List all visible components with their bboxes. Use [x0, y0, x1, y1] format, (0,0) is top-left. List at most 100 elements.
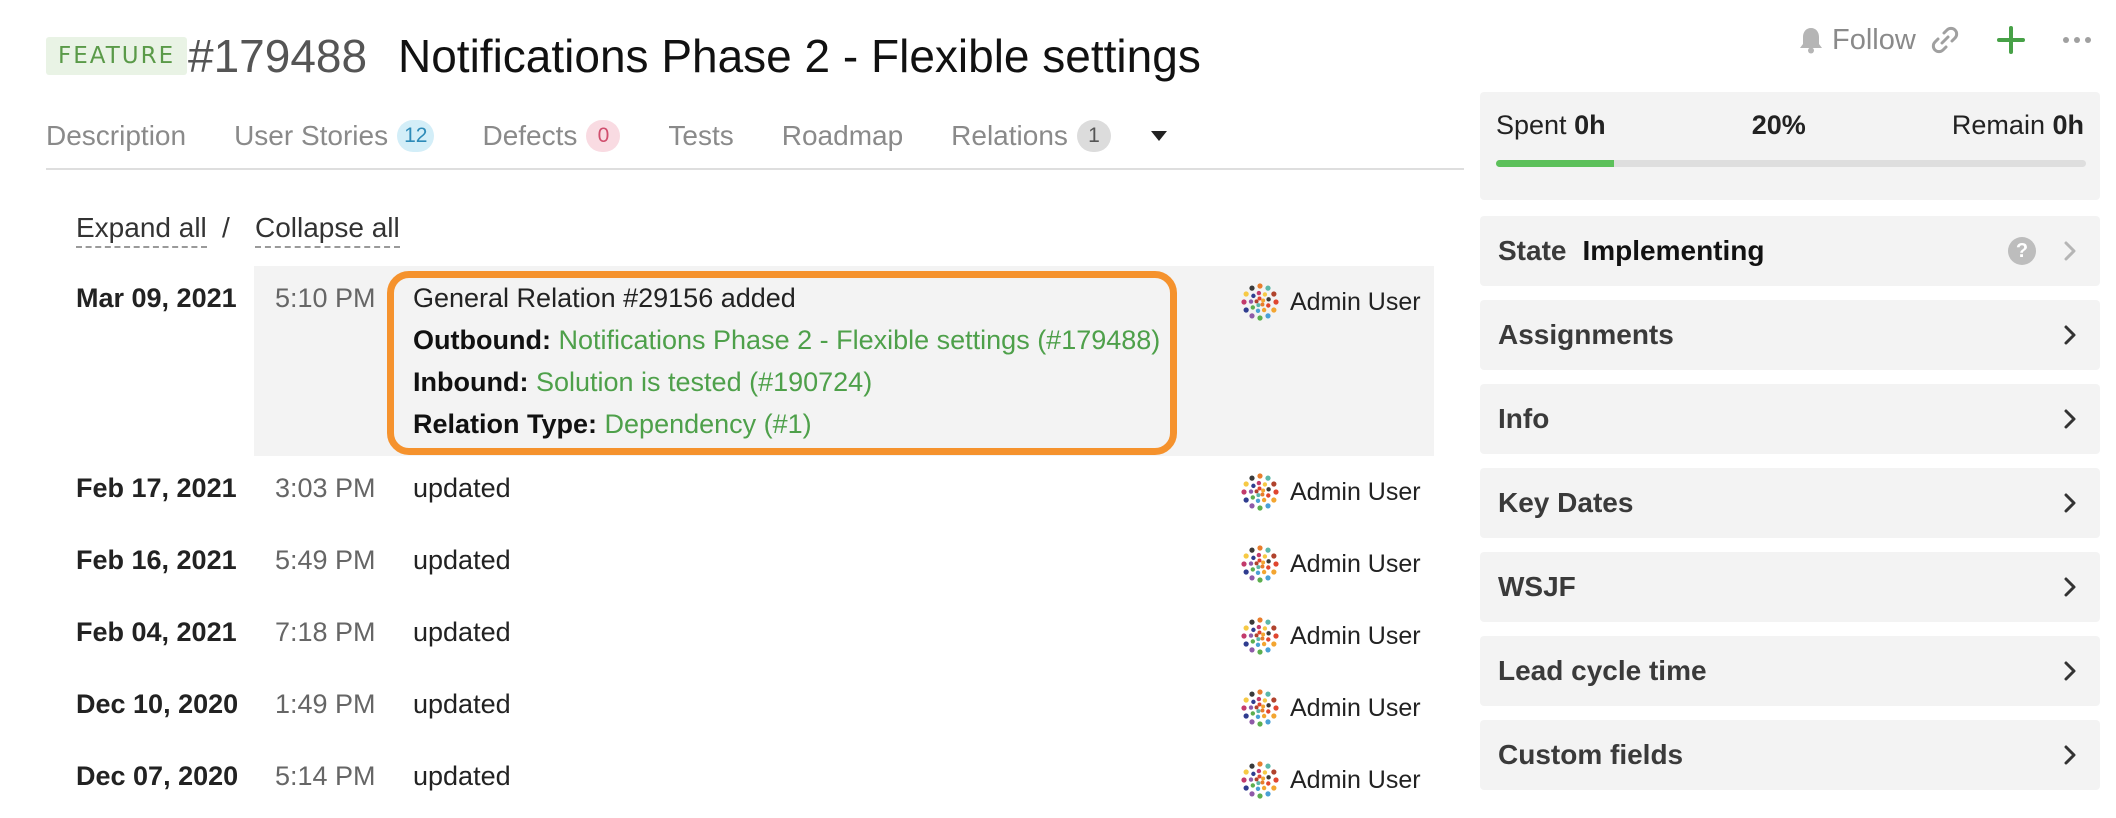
section-custom-fields[interactable]: Custom fields: [1480, 720, 2100, 790]
tabs-more-caret-icon[interactable]: [1150, 131, 1167, 141]
follow-button[interactable]: Follow: [1798, 20, 1916, 60]
count-badge: 12: [397, 120, 435, 152]
effort-progress-card: Spent 0h 20% Remain 0h: [1480, 92, 2100, 200]
tab-defects[interactable]: Defects 0: [482, 120, 621, 152]
history-time: 5:49 PM: [275, 545, 376, 575]
chevron-right-icon: [2058, 239, 2082, 263]
spent-label: Spent: [1496, 110, 1567, 140]
tab-roadmap[interactable]: Roadmap: [782, 120, 903, 152]
section-label: Lead cycle time: [1498, 655, 1707, 686]
tab-label: User Stories: [234, 120, 389, 151]
remain-label: Remain: [1951, 110, 2045, 140]
tab-label: Roadmap: [781, 120, 904, 151]
progress-bar: [1496, 160, 2086, 167]
count-badge: 1: [1076, 120, 1111, 152]
avatar: [1241, 283, 1279, 321]
add-icon[interactable]: [1996, 20, 2026, 60]
user-name: Admin User: [1290, 622, 1421, 650]
history-user[interactable]: Admin User: [1240, 282, 1421, 322]
state-value: Implementing: [1582, 235, 1765, 266]
history-text: updated: [413, 473, 511, 503]
history-text: updated: [413, 761, 511, 791]
help-icon[interactable]: ?: [2008, 237, 2036, 265]
history-text: updated: [413, 545, 511, 575]
history-time: 7:18 PM: [275, 617, 376, 647]
expand-all-link[interactable]: Expand all: [76, 210, 207, 248]
history-text: updated: [413, 617, 511, 647]
tab-label: Defects: [482, 120, 578, 151]
avatar: [1241, 689, 1279, 727]
chevron-right-icon: [2058, 407, 2082, 431]
progress-percent: 20%: [1751, 110, 1806, 140]
section-key-dates[interactable]: Key Dates: [1480, 468, 2100, 538]
history-date: Mar 09, 2021: [76, 283, 237, 313]
highlight-annotation-box: [387, 271, 1177, 455]
page-title: Notifications Phase 2 - Flexible setting…: [398, 30, 1201, 82]
ticket-id: #179488: [188, 30, 368, 82]
bell-icon: [1798, 26, 1824, 54]
separator: /: [222, 212, 230, 243]
tab-description[interactable]: Description: [46, 120, 186, 152]
follow-label: Follow: [1832, 23, 1916, 56]
history-time: 5:10 PM: [275, 283, 376, 313]
user-name: Admin User: [1290, 694, 1421, 722]
feature-badge: FEATURE: [46, 37, 188, 75]
section-info[interactable]: Info: [1480, 384, 2100, 454]
spent-value: 0h: [1574, 110, 1606, 140]
history-time: 5:14 PM: [275, 761, 376, 791]
section-label: WSJF: [1498, 571, 1576, 602]
tab-label: Tests: [668, 120, 734, 151]
tab-bar: Description User Stories 12 Defects 0 Te…: [46, 112, 1167, 160]
tab-user-stories[interactable]: User Stories 12: [234, 120, 435, 152]
tabs-divider: [46, 168, 1464, 170]
remain-value: 0h: [2052, 110, 2084, 140]
history-user[interactable]: Admin User: [1240, 616, 1421, 656]
history-date: Dec 07, 2020: [76, 761, 239, 791]
user-name: Admin User: [1290, 766, 1421, 794]
link-icon[interactable]: [1930, 20, 1960, 60]
history-date: Dec 10, 2020: [76, 689, 239, 719]
history-text: updated: [413, 689, 511, 719]
section-wsjf[interactable]: WSJF: [1480, 552, 2100, 622]
state-label: State: [1498, 235, 1567, 266]
section-label: Info: [1498, 403, 1550, 434]
avatar: [1241, 761, 1279, 799]
more-icon[interactable]: [2062, 20, 2092, 60]
remain: Remain 0h: [1952, 110, 2084, 141]
count-badge: 0: [586, 120, 621, 152]
chevron-right-icon: [2058, 575, 2082, 599]
chevron-right-icon: [2058, 491, 2082, 515]
user-name: Admin User: [1290, 478, 1421, 506]
chevron-right-icon: [2058, 323, 2082, 347]
history-date: Feb 17, 2021: [76, 473, 237, 503]
tab-relations[interactable]: Relations 1: [951, 120, 1111, 152]
tab-label: Description: [46, 120, 187, 151]
section-label: Assignments: [1498, 319, 1674, 350]
tab-tests[interactable]: Tests: [668, 120, 733, 152]
section-assignments[interactable]: Assignments: [1480, 300, 2100, 370]
history-user[interactable]: Admin User: [1240, 760, 1421, 800]
section-lead-cycle-time[interactable]: Lead cycle time: [1480, 636, 2100, 706]
history-time: 1:49 PM: [275, 689, 376, 719]
history-user[interactable]: Admin User: [1240, 688, 1421, 728]
section-label: Custom fields: [1498, 739, 1684, 770]
chevron-right-icon: [2058, 659, 2082, 683]
avatar: [1241, 473, 1279, 511]
collapse-all-link[interactable]: Collapse all: [255, 210, 400, 248]
section-label: Key Dates: [1498, 487, 1634, 518]
history-user[interactable]: Admin User: [1240, 472, 1421, 512]
avatar: [1241, 617, 1279, 655]
avatar: [1241, 545, 1279, 583]
user-name: Admin User: [1290, 550, 1421, 578]
user-name: Admin User: [1290, 288, 1421, 316]
progress-bar-fill: [1496, 160, 1614, 167]
history-date: Feb 04, 2021: [76, 617, 237, 647]
spent: Spent 0h: [1496, 110, 1606, 141]
effort-summary: Spent 0h 20% Remain 0h: [1496, 110, 2084, 141]
history-time: 3:03 PM: [275, 473, 376, 503]
tab-label: Relations: [951, 120, 1068, 151]
state-panel[interactable]: State Implementing ?: [1480, 216, 2100, 286]
history-date: Feb 16, 2021: [76, 545, 237, 575]
chevron-right-icon: [2058, 743, 2082, 767]
history-user[interactable]: Admin User: [1240, 544, 1421, 584]
